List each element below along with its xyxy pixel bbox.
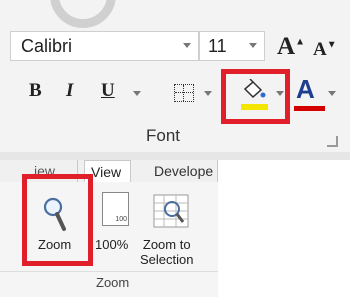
shrink-font-button[interactable]: A▼ (313, 39, 337, 61)
italic-button[interactable]: I (66, 80, 73, 110)
font-group-label: Font (146, 126, 181, 145)
zoom-to-selection-line1: Zoom to (142, 237, 191, 252)
zoom-group-label: Zoom (96, 275, 130, 290)
page-100-icon[interactable]: 100 (102, 192, 129, 226)
fill-color-dropdown-icon[interactable] (276, 91, 284, 96)
zoom-100-label[interactable]: 100% (95, 237, 128, 252)
underline-dropdown-icon[interactable] (133, 91, 141, 96)
bold-button[interactable]: B (29, 80, 42, 110)
fill-color-bar (241, 104, 268, 110)
shrink-font-label: A (313, 39, 327, 60)
zoom-to-selection-label[interactable]: Zoom to Selection (140, 237, 193, 267)
grow-font-label: A (277, 33, 296, 60)
separator (0, 152, 350, 160)
tab-developer[interactable]: Develope (150, 160, 218, 182)
borders-icon[interactable] (174, 84, 194, 102)
chevron-down-icon[interactable] (249, 43, 257, 48)
magnifier-icon[interactable] (40, 195, 70, 238)
font-size-value: 11 (208, 36, 227, 56)
page-100-text: 100 (115, 216, 127, 223)
font-color-bar (294, 106, 325, 111)
zoom-to-selection-line2: Selection (140, 252, 194, 267)
up-arrow-icon: ▲ (295, 36, 305, 48)
zoom-button-label[interactable]: Zoom (38, 237, 71, 252)
font-name-value: Calibri (21, 36, 73, 56)
font-color-button[interactable]: A (296, 74, 315, 105)
font-color-dropdown-icon[interactable] (328, 91, 336, 96)
chevron-down-icon[interactable] (183, 43, 191, 48)
underline-button[interactable]: U (101, 80, 115, 110)
dialog-launcher-icon[interactable] (327, 136, 338, 147)
font-name-combobox[interactable]: Calibri (10, 31, 199, 61)
zoom-to-selection-icon[interactable] (152, 193, 190, 234)
font-size-combobox[interactable]: 11 (199, 31, 265, 61)
down-arrow-icon: ▼ (326, 39, 337, 51)
borders-dropdown-icon[interactable] (204, 91, 212, 96)
grow-font-button[interactable]: A▲ (277, 33, 305, 61)
divider (0, 271, 218, 272)
